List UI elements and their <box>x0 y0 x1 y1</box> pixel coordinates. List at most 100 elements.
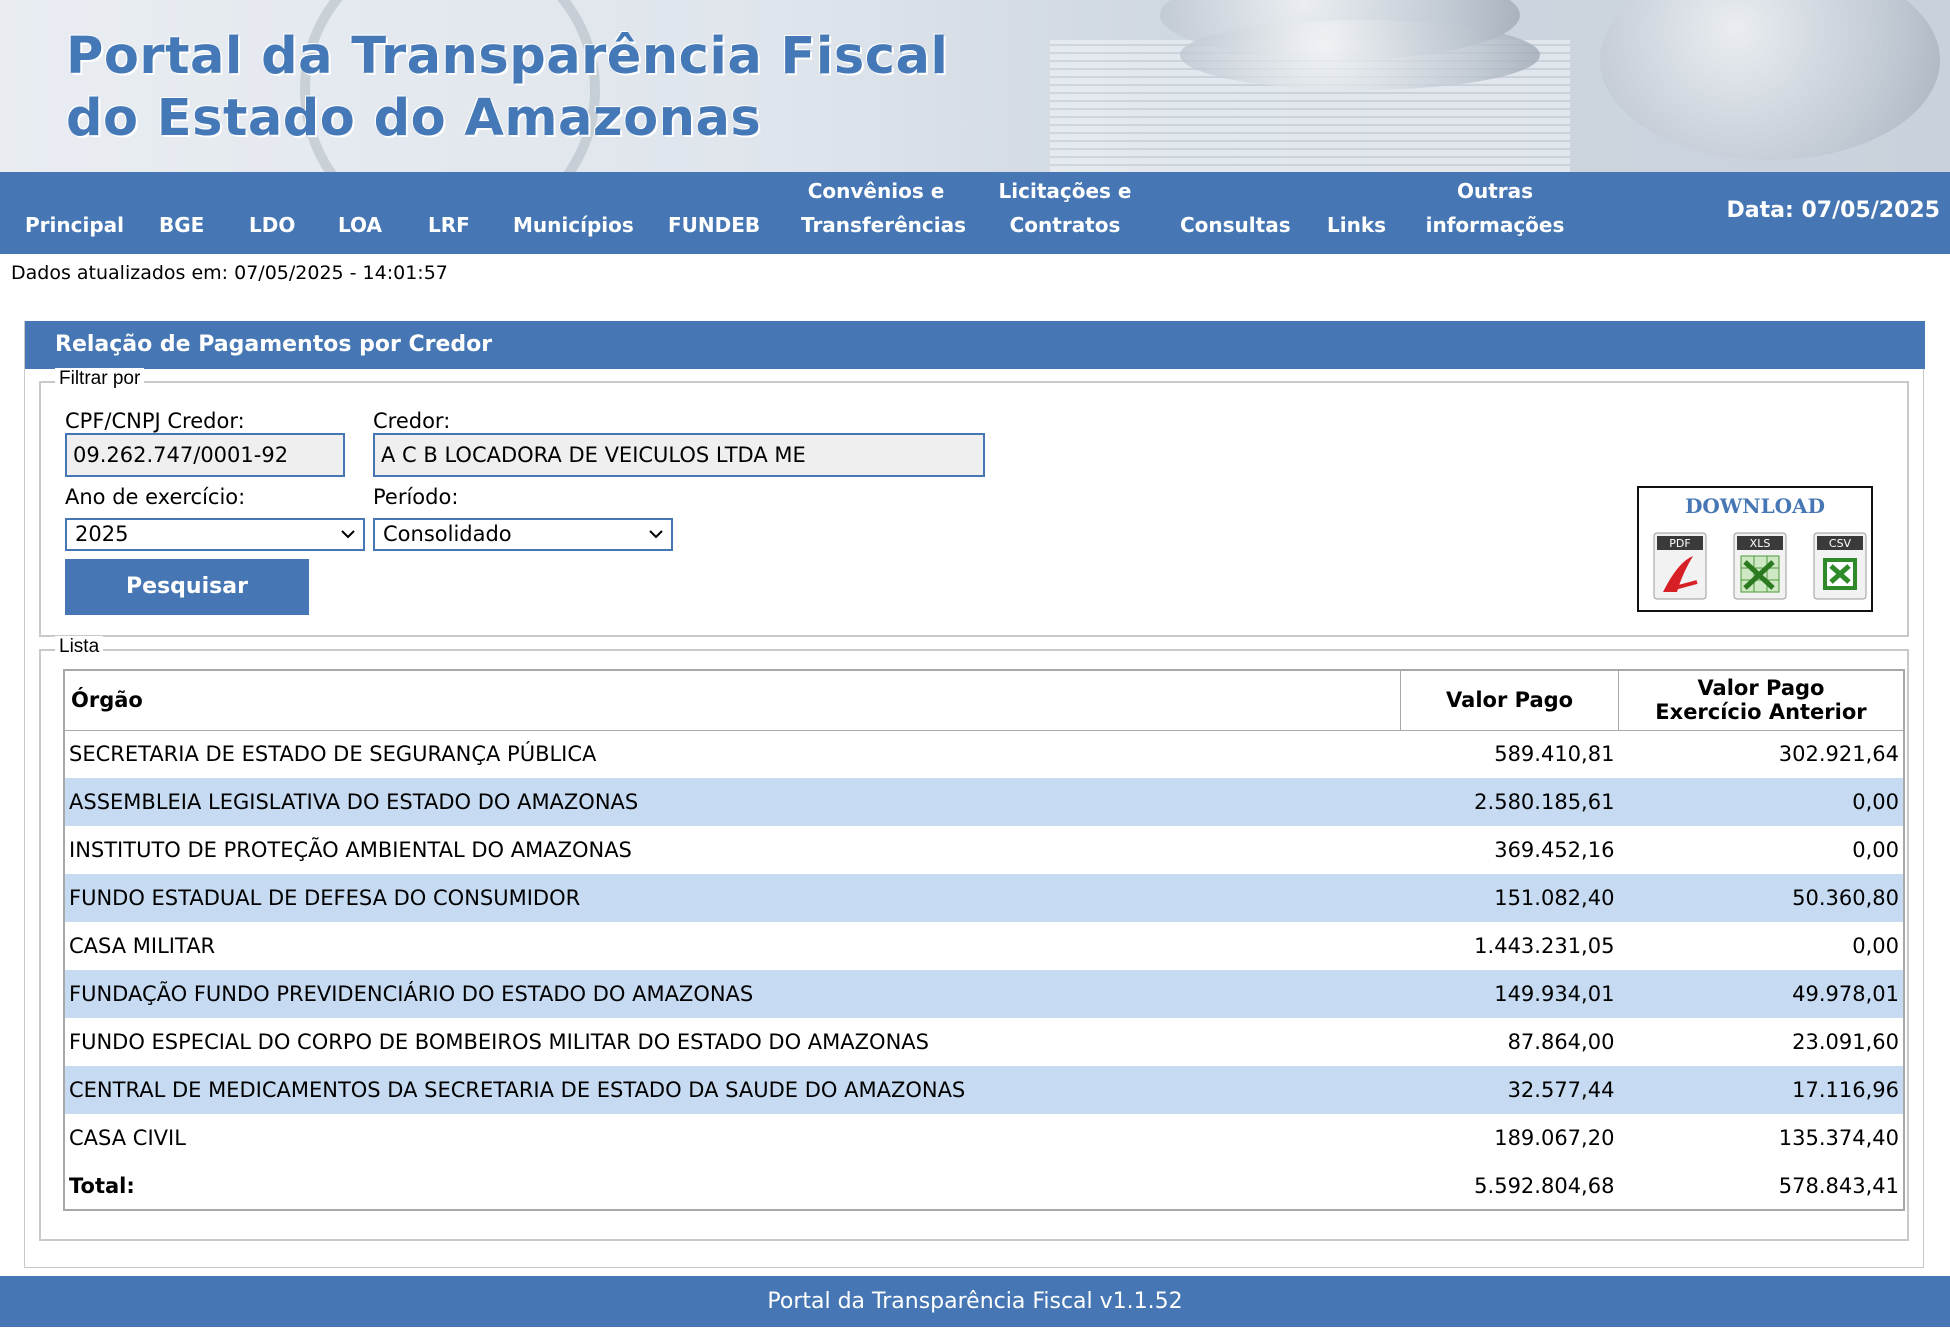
cpf-input[interactable]: 09.262.747/0001-92 <box>65 433 345 477</box>
main-nav: Principal BGE LDO LOA LRF Municípios FUN… <box>0 172 1950 254</box>
total-valor: 5.592.804,68 <box>1474 1173 1615 1198</box>
table-row: INSTITUTO DE PROTEÇÃO AMBIENTAL DO AMAZO… <box>64 826 1904 874</box>
orgao-cell: CASA MILITAR <box>69 934 216 958</box>
anterior-cell: 0,00 <box>1852 934 1899 958</box>
orgao-cell: SECRETARIA DE ESTADO DE SEGURANÇA PÚBLIC… <box>69 742 597 767</box>
anterior-cell: 0,00 <box>1852 838 1899 862</box>
nav-outras-informacoes[interactable]: Outras informações <box>1420 174 1570 242</box>
ano-select-value: 2025 <box>75 522 129 546</box>
anterior-cell: 49.978,01 <box>1618 970 1904 1018</box>
nav-outras-line1: Outras <box>1456 179 1534 203</box>
valor-cell: 149.934,01 <box>1400 970 1619 1018</box>
portal-title-line2: do Estado do Amazonas <box>66 89 762 148</box>
panel-title: Relação de Pagamentos por Credor <box>25 321 1925 369</box>
anterior-cell: 23.091,60 <box>1792 1030 1899 1054</box>
chevron-down-icon <box>649 530 663 539</box>
download-box: DOWNLOAD PDF XLS CSV <box>1637 486 1873 612</box>
filter-fieldset: Filtrar por CPF/CNPJ Credor: 09.262.747/… <box>39 368 1909 637</box>
anterior-cell: 17.116,96 <box>1618 1066 1904 1114</box>
periodo-label: Período: <box>373 485 459 509</box>
coin-decoration <box>1180 20 1540 90</box>
nav-convenios-line1: Convênios e <box>807 179 945 203</box>
cpf-label: CPF/CNPJ Credor: <box>65 409 245 433</box>
chevron-down-icon <box>341 530 355 539</box>
filter-legend: Filtrar por <box>55 368 145 390</box>
orgao-cell: CENTRAL DE MEDICAMENTOS DA SECRETARIA DE… <box>64 1066 1401 1114</box>
nav-lrf[interactable]: LRF <box>428 208 470 242</box>
ano-label: Ano de exercício: <box>65 485 246 509</box>
header-valor-anterior-line2: Exercício Anterior <box>1655 700 1867 725</box>
orgao-cell: ASSEMBLEIA LEGISLATIVA DO ESTADO DO AMAZ… <box>64 778 1401 826</box>
orgao-cell: FUNDO ESPECIAL DO CORPO DE BOMBEIROS MIL… <box>69 1030 929 1054</box>
xls-download-icon[interactable]: XLS <box>1733 532 1787 600</box>
header-orgao: Órgão <box>63 669 1402 731</box>
table-row: FUNDO ESTADUAL DE DEFESA DO CONSUMIDOR 1… <box>64 874 1904 922</box>
nav-licitacoes[interactable]: Licitações e Contratos <box>990 174 1140 242</box>
orgao-cell: INSTITUTO DE PROTEÇÃO AMBIENTAL DO AMAZO… <box>69 838 632 862</box>
nav-links[interactable]: Links <box>1327 208 1386 242</box>
header-banner: Portal da Transparência Fiscal do Estado… <box>0 0 1950 172</box>
payments-panel: Relação de Pagamentos por Credor Filtrar… <box>24 321 1925 1268</box>
download-title: DOWNLOAD <box>1685 494 1825 518</box>
anterior-cell: 302.921,64 <box>1778 742 1899 767</box>
credor-input[interactable]: A C B LOCADORA DE VEICULOS LTDA ME <box>373 433 985 477</box>
payments-table: Órgão Valor Pago Valor Pago Exercício An… <box>63 669 1905 1211</box>
orgao-cell: FUNDO ESTADUAL DE DEFESA DO CONSUMIDOR <box>64 874 1401 922</box>
valor-cell: 1.443.231,05 <box>1474 934 1615 958</box>
valor-cell: 87.864,00 <box>1507 1030 1615 1054</box>
nav-licitacoes-line2: Contratos <box>1009 213 1121 237</box>
header-valor-pago: Valor Pago <box>1400 669 1619 731</box>
table-row: CENTRAL DE MEDICAMENTOS DA SECRETARIA DE… <box>64 1066 1904 1114</box>
nav-municipios[interactable]: Municípios <box>513 208 634 242</box>
pdf-label: PDF <box>1669 537 1690 550</box>
pdf-download-icon[interactable]: PDF <box>1653 532 1707 600</box>
total-row: Total: 5.592.804,68 578.843,41 <box>64 1162 1904 1210</box>
list-legend: Lista <box>55 636 104 658</box>
periodo-select[interactable]: Consolidado <box>373 518 673 551</box>
total-anterior: 578.843,41 <box>1778 1173 1899 1198</box>
search-button[interactable]: Pesquisar <box>65 559 309 615</box>
portal-title-line1: Portal da Transparência Fiscal <box>66 27 949 86</box>
valor-cell: 189.067,20 <box>1494 1126 1615 1150</box>
ano-select[interactable]: 2025 <box>65 518 365 551</box>
credor-label: Credor: <box>373 409 451 433</box>
orgao-cell: CASA CIVIL <box>69 1126 186 1150</box>
anterior-cell: 0,00 <box>1618 778 1904 826</box>
footer-version: Portal da Transparência Fiscal v1.1.52 <box>0 1276 1950 1327</box>
nav-ldo[interactable]: LDO <box>249 208 295 242</box>
table-header-row: Órgão Valor Pago Valor Pago Exercício An… <box>63 669 1905 731</box>
xls-label: XLS <box>1750 537 1771 550</box>
nav-bge[interactable]: BGE <box>159 208 204 242</box>
valor-cell: 32.577,44 <box>1400 1066 1619 1114</box>
last-updated-text: Dados atualizados em: 07/05/2025 - 14:01… <box>11 262 448 284</box>
anterior-cell: 135.374,40 <box>1778 1126 1899 1150</box>
valor-cell: 151.082,40 <box>1400 874 1619 922</box>
nav-convenios-line2: Transferências <box>801 213 966 237</box>
orgao-cell: FUNDAÇÃO FUNDO PREVIDENCIÁRIO DO ESTADO … <box>64 970 1401 1018</box>
table-row: CASA MILITAR 1.443.231,05 0,00 <box>64 922 1904 970</box>
table-row: CASA CIVIL 189.067,20 135.374,40 <box>64 1114 1904 1162</box>
periodo-select-value: Consolidado <box>383 522 512 546</box>
csv-download-icon[interactable]: CSV <box>1813 532 1867 600</box>
header-valor-anterior: Valor Pago Exercício Anterior <box>1617 669 1905 731</box>
valor-cell: 589.410,81 <box>1494 742 1615 767</box>
valor-cell: 2.580.185,61 <box>1400 778 1619 826</box>
nav-consultas[interactable]: Consultas <box>1180 208 1291 242</box>
valor-cell: 369.452,16 <box>1494 838 1615 862</box>
nav-convenios[interactable]: Convênios e Transferências <box>801 174 966 242</box>
total-label: Total: <box>69 1173 135 1198</box>
nav-outras-line2: informações <box>1425 213 1565 237</box>
anterior-cell: 50.360,80 <box>1618 874 1904 922</box>
nav-fundeb[interactable]: FUNDEB <box>668 208 760 242</box>
portal-logo-title: Portal da Transparência Fiscal do Estado… <box>66 26 948 150</box>
table-row: FUNDO ESPECIAL DO CORPO DE BOMBEIROS MIL… <box>64 1018 1904 1066</box>
table-row: SECRETARIA DE ESTADO DE SEGURANÇA PÚBLIC… <box>64 730 1904 778</box>
table-row: ASSEMBLEIA LEGISLATIVA DO ESTADO DO AMAZ… <box>64 778 1904 826</box>
nav-principal[interactable]: Principal <box>25 208 124 242</box>
csv-label: CSV <box>1829 537 1852 550</box>
nav-loa[interactable]: LOA <box>338 208 382 242</box>
current-date: Data: 07/05/2025 <box>1726 198 1940 223</box>
header-valor-anterior-line1: Valor Pago <box>1697 676 1825 701</box>
nav-licitacoes-line1: Licitações e <box>998 179 1132 203</box>
coin-decoration <box>1600 0 1940 160</box>
